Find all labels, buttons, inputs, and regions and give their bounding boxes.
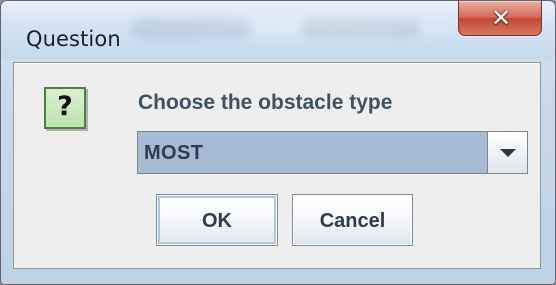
title-bar[interactable]: Question ✕: [1, 1, 555, 59]
chevron-down-icon: [500, 149, 516, 157]
cancel-button[interactable]: Cancel: [292, 194, 413, 246]
background-blur-left: [131, 19, 251, 39]
background-blur-right: [301, 19, 421, 39]
question-icon: ?: [44, 87, 86, 129]
cancel-button-label: Cancel: [319, 210, 386, 232]
ok-button-label: OK: [202, 210, 232, 232]
prompt-label: Choose the obstacle type: [138, 91, 393, 114]
dropdown-arrow-button[interactable]: [487, 132, 527, 173]
obstacle-type-select[interactable]: MOST: [137, 131, 528, 174]
ok-button[interactable]: OK: [156, 194, 278, 246]
question-dialog-window: Question ✕ ? Choose the obstacle type MO…: [0, 0, 556, 285]
close-button[interactable]: ✕: [458, 1, 542, 36]
dialog-content: ? Choose the obstacle type MOST OK Cance…: [13, 62, 541, 269]
close-icon: ✕: [490, 4, 512, 32]
selected-obstacle-type: MOST: [144, 142, 204, 164]
question-mark-glyph: ?: [57, 91, 73, 122]
window-title: Question: [26, 27, 121, 51]
